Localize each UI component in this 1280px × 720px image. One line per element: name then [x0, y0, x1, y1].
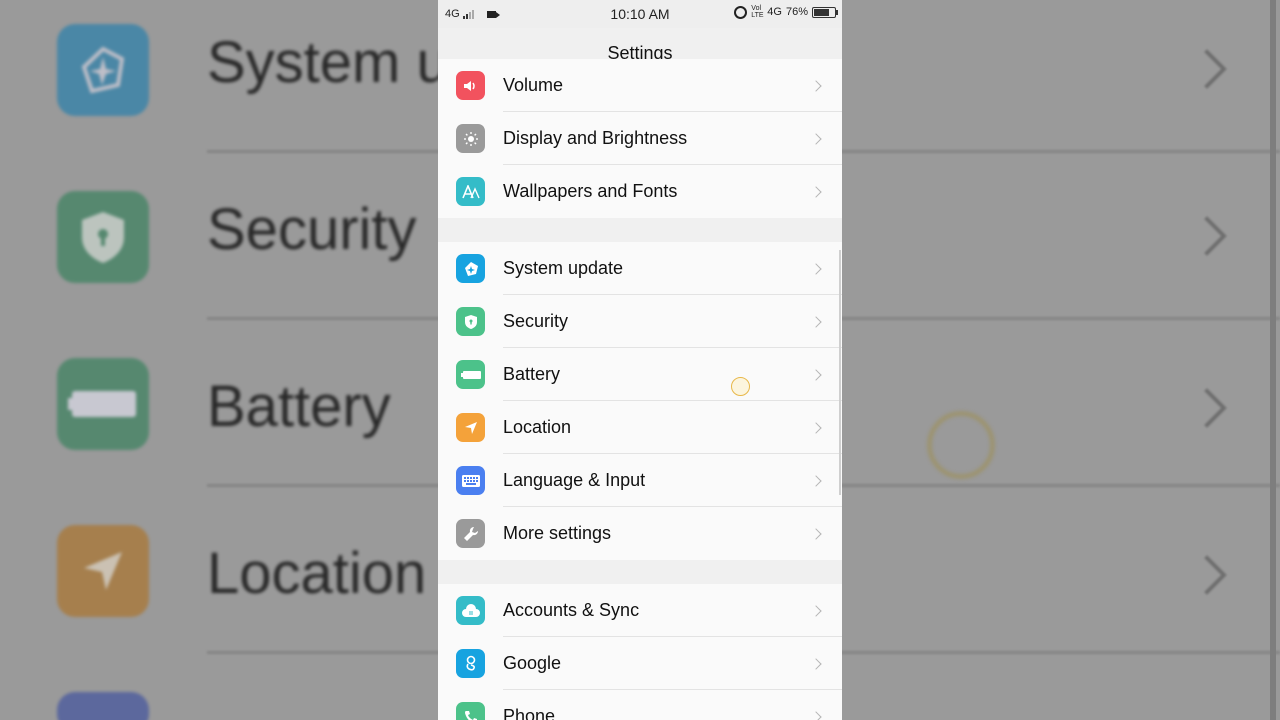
chevron-right-icon [1187, 216, 1227, 256]
location-arrow-icon [456, 413, 485, 442]
wrench-icon [456, 519, 485, 548]
settings-item-language-and-input[interactable]: Language & Input [438, 454, 842, 507]
chevron-right-icon [810, 368, 822, 381]
volume-icon [456, 71, 485, 100]
settings-item-volume[interactable]: Volume [438, 59, 842, 112]
touch-indicator [928, 412, 994, 478]
brightness-icon [456, 124, 485, 153]
settings-item-label: System update [503, 258, 624, 278]
settings-group: System update Security Battery Location Lang… [438, 242, 842, 560]
phone-icon [456, 702, 485, 720]
settings-item-label: Accounts & Sync [503, 600, 640, 620]
settings-group: Volume Display and Brightness Wallpapers a… [438, 59, 842, 218]
settings-item-system-update[interactable]: System update [438, 242, 842, 295]
bg-label: Battery [207, 374, 391, 439]
chevron-right-icon [810, 185, 822, 198]
touch-indicator [731, 377, 750, 396]
location-arrow-icon [57, 525, 149, 617]
chevron-right-icon [810, 710, 822, 720]
settings-item-label: Google [503, 653, 562, 673]
chevron-right-icon [1187, 388, 1227, 428]
chevron-right-icon [810, 315, 822, 328]
bg-label: System u [207, 30, 449, 95]
alarm-icon [734, 5, 748, 19]
settings-item-google[interactable]: Google [438, 637, 842, 690]
keyboard-icon [57, 692, 149, 720]
volte-label: Vol LTE [751, 5, 764, 19]
chevron-right-icon [810, 262, 822, 275]
network-type-right: 4G [767, 6, 782, 18]
status-right: Vol LTE 4G 76% [734, 5, 838, 19]
shield-icon [57, 191, 149, 283]
settings-item-label: Security [503, 311, 569, 331]
shield-icon [456, 307, 485, 336]
chevron-right-icon [810, 657, 822, 670]
settings-item-wallpapers-and-fonts[interactable]: Wallpapers and Fonts [438, 165, 842, 218]
system-update-icon [57, 24, 149, 116]
settings-item-accounts-and-sync[interactable]: Accounts & Sync [438, 584, 842, 637]
battery-icon [57, 358, 149, 450]
settings-item-label: Language & Input [503, 470, 646, 490]
settings-item-more-settings[interactable]: More settings [438, 507, 842, 560]
settings-item-label: More settings [503, 523, 612, 543]
settings-item-label: Volume [503, 75, 564, 95]
settings-item-label: Wallpapers and Fonts [503, 181, 678, 201]
chevron-right-icon [810, 132, 822, 145]
settings-item-display-and-brightness[interactable]: Display and Brightness [438, 112, 842, 165]
chevron-right-icon [810, 79, 822, 92]
chevron-right-icon [810, 604, 822, 617]
battery-status-icon [812, 6, 838, 18]
settings-item-security[interactable]: Security [438, 295, 842, 348]
settings-item-phone[interactable]: Phone [438, 690, 842, 720]
scrollbar[interactable] [839, 250, 841, 495]
settings-group: Accounts & Sync Google Phone [438, 584, 842, 720]
battery-fill [814, 8, 830, 16]
google-icon [456, 649, 485, 678]
chevron-right-icon [810, 474, 822, 487]
phone-screen: 4G 10:10 AM Vol LTE 4G 76% Settings Volu… [438, 0, 842, 720]
chevron-right-icon [810, 527, 822, 540]
cloud-sync-icon [456, 596, 485, 625]
chevron-right-icon [1187, 555, 1227, 595]
group-spacer [438, 560, 842, 584]
scrollbar [1270, 0, 1276, 720]
battery-icon [456, 360, 485, 389]
group-spacer [438, 218, 842, 242]
settings-item-label: Display and Brightness [503, 128, 688, 148]
font-icon [456, 177, 485, 206]
settings-item-location[interactable]: Location [438, 401, 842, 454]
settings-item-label: Battery [503, 364, 561, 384]
settings-item-battery[interactable]: Battery [438, 348, 842, 401]
settings-list: Volume Display and Brightness Wallpapers a… [438, 59, 842, 720]
chevron-right-icon [1187, 49, 1227, 89]
chevron-right-icon [810, 421, 822, 434]
settings-item-label: Location [503, 417, 572, 437]
bg-label: Security [207, 197, 417, 262]
bg-label: Location [207, 541, 427, 606]
settings-item-label: Phone [503, 706, 556, 720]
keyboard-icon [456, 466, 485, 495]
system-update-icon [456, 254, 485, 283]
status-bar: 4G 10:10 AM Vol LTE 4G 76% [438, 0, 842, 28]
battery-percent: 76% [785, 6, 808, 18]
